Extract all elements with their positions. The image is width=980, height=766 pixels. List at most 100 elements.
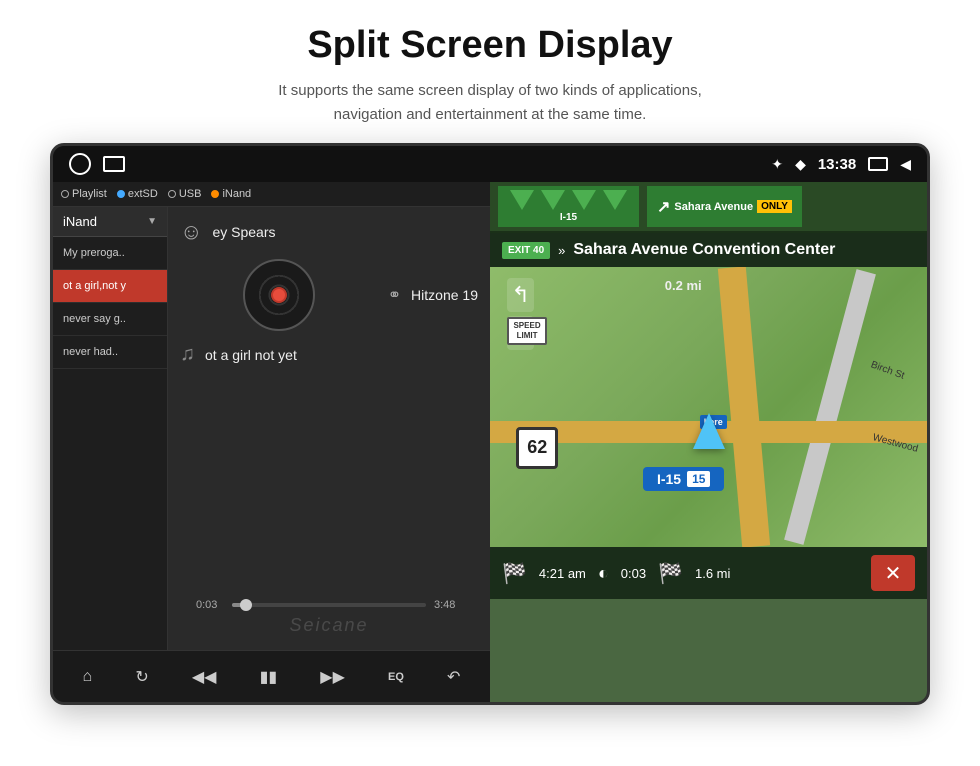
only-badge: ONLY	[757, 200, 792, 213]
exit-sign-area: EXIT 40 » Sahara Avenue Convention Cente…	[490, 233, 927, 267]
highway-sign-bottom: I-15 15	[643, 467, 724, 491]
inand-radio[interactable]	[211, 190, 219, 198]
chevron-down-icon: ▼	[147, 216, 157, 227]
location-icon: ◆	[795, 156, 806, 173]
artist-row: ☺ ey Spears	[180, 219, 478, 245]
main-area: Playlist extSD USB iNand	[53, 182, 927, 702]
playlist-radio[interactable]	[61, 190, 69, 198]
flag-icon-end: 🏁	[658, 561, 683, 586]
clock-icon: ◐	[598, 563, 609, 584]
transport-bar: ⌂ ↻ ◀◀ ▮▮ ▶▶ EQ ↶	[53, 650, 490, 702]
highway-signs-row: I-15 ↗ Sahara Avenue ONLY	[490, 182, 927, 233]
turn-instruction-1: ↰	[507, 278, 533, 312]
player-body: iNand ▼ My preroga.. ot a girl,not y nev…	[53, 207, 490, 650]
album-row: ⚭ Hitzone 19	[180, 255, 478, 335]
cd-icon: ⚭	[388, 287, 401, 304]
speed-limit-value: 62	[527, 437, 547, 458]
playlist-label: Playlist	[72, 188, 107, 200]
limit-sign: SPEED LIMIT	[507, 317, 546, 344]
image-icon	[103, 156, 125, 172]
playlist-sidebar: iNand ▼ My preroga.. ot a girl,not y nev…	[53, 207, 168, 650]
progress-thumb[interactable]	[240, 599, 252, 611]
track-row: ♫ ot a girl not yet	[180, 343, 478, 366]
playlist-tab[interactable]: Playlist	[61, 188, 107, 200]
nav-close-button[interactable]: ✕	[871, 555, 915, 591]
down-arrows	[508, 190, 629, 210]
next-button[interactable]: ▶▶	[312, 663, 353, 691]
road-secondary	[784, 269, 876, 545]
playlist-item-4[interactable]: never had..	[53, 336, 167, 369]
playlist-header[interactable]: iNand ▼	[53, 207, 167, 237]
back-icon: ◀	[900, 156, 911, 173]
eq-button[interactable]: EQ	[380, 667, 412, 687]
down-arrow-4	[603, 190, 627, 210]
progress-area: 0:03 3:48 Seicane	[180, 599, 478, 638]
device-frame: ✦ ◆ 13:38 ◀ Playlist extSD	[50, 143, 930, 705]
album-name: ⚭ Hitzone 19	[388, 285, 478, 305]
time-display: 13:38	[818, 156, 856, 173]
nav-bottom-info: 🏁 4:21 am ◐ 0:03 🏁 1.6 mi	[502, 561, 730, 586]
vinyl-center	[271, 287, 287, 303]
exit-destination: Sahara Avenue Convention Center	[573, 241, 835, 259]
distance-info: 0.2 mi	[665, 278, 702, 293]
usb-label: USB	[179, 188, 202, 200]
extsd-radio[interactable]	[117, 190, 125, 198]
inand-tab[interactable]: iNand	[211, 188, 251, 200]
page-title: Split Screen Display	[278, 24, 702, 67]
watermark: Seicane	[196, 615, 462, 636]
repeat-button[interactable]: ↻	[127, 663, 156, 691]
sahara-avenue-label: Sahara Avenue	[674, 201, 753, 213]
highway-text: I-15	[560, 212, 577, 223]
time-total: 3:48	[434, 599, 462, 611]
remaining-dist: 1.6 mi	[695, 566, 730, 581]
pause-button[interactable]: ▮▮	[252, 663, 286, 691]
bluetooth-icon: ✦	[771, 156, 783, 173]
green-sign-left: I-15	[498, 186, 639, 227]
road-label-birch: Birch St	[869, 359, 906, 381]
navigation-arrow	[693, 413, 725, 449]
highway-label: I-15	[657, 471, 681, 487]
extsd-label: extSD	[128, 188, 158, 200]
eta-label: 4:21 am	[539, 566, 586, 581]
music-player-panel: Playlist extSD USB iNand	[53, 182, 490, 702]
prev-button[interactable]: ◀◀	[184, 663, 225, 691]
nav-bottom-bar: 🏁 4:21 am ◐ 0:03 🏁 1.6 mi ✕	[490, 547, 927, 599]
playlist-item-2[interactable]: ot a girl,not y	[53, 270, 167, 303]
status-bar-left	[69, 153, 125, 175]
now-playing: ☺ ey Spears ⚭ Hitzone 19	[168, 207, 490, 650]
page-subtitle: It supports the same screen display of t…	[278, 79, 702, 127]
arrow-right-icon: »	[558, 243, 565, 258]
playlist-header-label: iNand	[63, 214, 97, 229]
usb-tab[interactable]: USB	[168, 188, 202, 200]
playlist-item-1[interactable]: My preroga..	[53, 237, 167, 270]
distance-value: 0.2 mi	[665, 278, 702, 293]
music-note-icon: ♫	[180, 343, 195, 366]
down-arrow-2	[541, 190, 565, 210]
home-button[interactable]: ⌂	[75, 664, 101, 690]
status-bar: ✦ ◆ 13:38 ◀	[53, 146, 927, 182]
usb-radio[interactable]	[168, 190, 176, 198]
navigation-panel: I-15 ↗ Sahara Avenue ONLY EXIT 40 » Saha…	[490, 182, 927, 702]
time-current: 0:03	[196, 599, 224, 611]
road-main	[718, 267, 770, 547]
green-sign-right: ↗ Sahara Avenue ONLY	[647, 186, 802, 227]
back-transport-button[interactable]: ↶	[439, 663, 468, 691]
turn-left-icon: ↰	[511, 282, 529, 308]
source-tabs: Playlist extSD USB iNand	[53, 182, 490, 207]
down-arrow-1	[510, 190, 534, 210]
track-name: ot a girl not yet	[205, 347, 297, 363]
playlist-item-3[interactable]: never say g..	[53, 303, 167, 336]
artist-name: ey Spears	[212, 224, 275, 240]
highway-shield: 15	[687, 471, 710, 487]
vinyl-disc	[243, 259, 315, 331]
progress-bar[interactable]	[232, 603, 426, 607]
map-area[interactable]: ↰ ⑂ 62 SPEED LIMIT here	[490, 267, 927, 547]
extsd-tab[interactable]: extSD	[117, 188, 158, 200]
exit-badge: EXIT 40	[502, 242, 550, 259]
circle-icon	[69, 153, 91, 175]
progress-bar-container: 0:03 3:48	[196, 599, 462, 611]
status-bar-right: ✦ ◆ 13:38 ◀	[771, 156, 911, 173]
inand-label: iNand	[222, 188, 251, 200]
screen-icon	[868, 157, 888, 171]
speed-limit-sign: 62	[516, 427, 558, 469]
